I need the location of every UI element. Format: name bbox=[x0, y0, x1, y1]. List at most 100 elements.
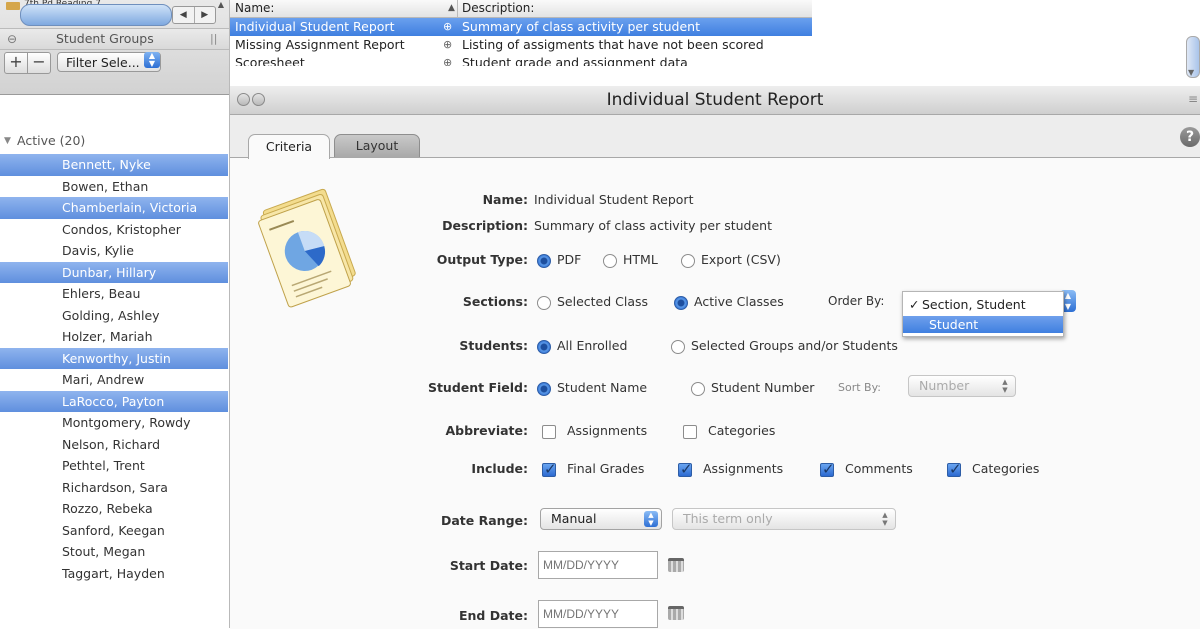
resize-grip-icon[interactable]: ≡ bbox=[1188, 92, 1198, 106]
tab-criteria[interactable]: Criteria bbox=[248, 134, 330, 159]
output-csv-label: Export (CSV) bbox=[701, 252, 781, 267]
output-pdf-radio[interactable] bbox=[537, 254, 551, 268]
report-row[interactable]: Individual Student Report ⊕ Summary of c… bbox=[230, 18, 812, 36]
active-students-header[interactable]: ▼ Active (20) bbox=[0, 132, 229, 150]
name-label: Name: bbox=[482, 192, 528, 207]
student-row[interactable]: Chamberlain, Victoria bbox=[0, 197, 228, 219]
sort-ascending-icon[interactable]: ▲ bbox=[448, 0, 455, 17]
splitter-grip-icon[interactable]: || bbox=[210, 29, 217, 49]
sections-active-classes-radio[interactable] bbox=[674, 296, 688, 310]
students-all-enrolled-label: All Enrolled bbox=[557, 338, 628, 353]
include-label: Include: bbox=[471, 461, 528, 476]
include-final-grades-label: Final Grades bbox=[567, 461, 645, 476]
student-row[interactable]: Kenworthy, Justin bbox=[0, 347, 228, 369]
description-label: Description: bbox=[442, 218, 528, 233]
student-field-name-radio[interactable] bbox=[537, 382, 551, 396]
output-type-label: Output Type: bbox=[436, 252, 528, 267]
calendar-icon[interactable] bbox=[668, 606, 684, 620]
report-window: Individual Student Report ≡ ? Criteria L… bbox=[230, 86, 1200, 629]
class-selector[interactable] bbox=[20, 4, 172, 26]
sections-selected-class-radio[interactable] bbox=[537, 296, 551, 310]
student-row[interactable]: Condos, Kristopher bbox=[0, 219, 228, 241]
student-row[interactable]: Golding, Ashley bbox=[0, 305, 228, 327]
student-row[interactable]: Montgomery, Rowdy bbox=[0, 412, 228, 434]
remove-group-button[interactable]: − bbox=[27, 52, 51, 74]
order-by-option-label: Section, Student bbox=[922, 297, 1026, 312]
student-row[interactable]: Ehlers, Beau bbox=[0, 283, 228, 305]
sections-active-classes-label: Active Classes bbox=[694, 294, 784, 309]
date-range-popup[interactable]: Manual ▲ ▼ bbox=[540, 508, 662, 530]
start-date-label: Start Date: bbox=[449, 558, 528, 573]
include-assignments-checkbox[interactable] bbox=[678, 460, 693, 478]
add-group-button[interactable]: + bbox=[4, 52, 28, 74]
filter-stepper-icon[interactable]: ▲ ▼ bbox=[144, 52, 160, 68]
student-row[interactable]: Nelson, Richard bbox=[0, 434, 228, 456]
help-button[interactable]: ? bbox=[1180, 127, 1200, 147]
order-by-option-section-student[interactable]: ✓ Section, Student bbox=[903, 295, 1063, 315]
include-final-grades-checkbox[interactable] bbox=[542, 460, 557, 478]
term-popup[interactable]: This term only ▲ ▼ bbox=[672, 508, 896, 530]
abbreviate-assignments-checkbox[interactable] bbox=[542, 425, 556, 439]
abbreviate-categories-checkbox[interactable] bbox=[683, 425, 697, 439]
scroll-up-arrow-icon[interactable]: ▲ bbox=[215, 0, 227, 16]
end-date-label: End Date: bbox=[458, 608, 528, 623]
collapse-icon[interactable]: ⊖ bbox=[7, 29, 17, 49]
calendar-icon[interactable] bbox=[668, 558, 684, 572]
sort-by-popup[interactable]: Number ▲ ▼ bbox=[908, 375, 1016, 397]
student-row[interactable]: Stout, Megan bbox=[0, 541, 228, 563]
window-titlebar[interactable]: Individual Student Report ≡ bbox=[230, 86, 1200, 115]
student-row[interactable]: Rozzo, Rebeka bbox=[0, 498, 228, 520]
group-toolbar: + − Filter Sele... ▲ ▼ bbox=[0, 50, 229, 76]
term-value: This term only bbox=[683, 511, 773, 526]
student-list: Bennett, Nyke Bowen, Ethan Chamberlain, … bbox=[0, 154, 228, 584]
report-list: Name: ▲ Description: Individual Student … bbox=[230, 0, 1200, 88]
student-field-number-radio[interactable] bbox=[691, 382, 705, 396]
student-row[interactable]: Taggart, Hayden bbox=[0, 563, 228, 585]
student-row[interactable]: Mari, Andrew bbox=[0, 369, 228, 391]
order-by-menu[interactable]: ✓ Section, Student Student bbox=[902, 291, 1064, 337]
include-categories-checkbox[interactable] bbox=[947, 460, 962, 478]
student-groups-label: Student Groups bbox=[56, 31, 154, 46]
student-row[interactable]: Bennett, Nyke bbox=[0, 154, 228, 176]
report-row[interactable]: Scoresheet ⊕ Student grade and assignmen… bbox=[230, 54, 812, 66]
order-by-option-student[interactable]: Student bbox=[903, 316, 1063, 333]
column-header-name[interactable]: Name: bbox=[235, 0, 274, 17]
report-row[interactable]: Missing Assignment Report ⊕ Listing of a… bbox=[230, 36, 812, 54]
column-header-description[interactable]: Description: bbox=[462, 0, 534, 17]
date-range-label: Date Range: bbox=[441, 513, 528, 528]
student-row[interactable]: Pethtel, Trent bbox=[0, 455, 228, 477]
disclosure-triangle-icon[interactable]: ▼ bbox=[4, 132, 11, 150]
stepper-arrows-icon: ▲ ▼ bbox=[644, 511, 658, 527]
previous-class-button[interactable]: ◀ bbox=[173, 7, 195, 23]
stepper-arrows-icon: ▲ ▼ bbox=[882, 511, 888, 527]
end-date-field[interactable] bbox=[538, 600, 658, 628]
output-csv-radio[interactable] bbox=[681, 254, 695, 268]
scroll-down-arrow-icon[interactable]: ▼ bbox=[1188, 68, 1194, 77]
next-class-button[interactable]: ▶ bbox=[195, 7, 216, 23]
include-comments-label: Comments bbox=[845, 461, 913, 476]
student-row[interactable]: Bowen, Ethan bbox=[0, 176, 228, 198]
class-nav-buttons[interactable]: ◀ ▶ bbox=[172, 6, 216, 24]
abbreviate-assignments-label: Assignments bbox=[567, 423, 648, 438]
student-row[interactable]: Dunbar, Hillary bbox=[0, 261, 228, 283]
tab-layout[interactable]: Layout bbox=[334, 134, 420, 158]
students-all-enrolled-radio[interactable] bbox=[537, 340, 551, 354]
student-row[interactable]: LaRocco, Payton bbox=[0, 390, 228, 412]
student-row[interactable]: Sanford, Keegan bbox=[0, 520, 228, 542]
student-groups-header[interactable]: ⊖ Student Groups || bbox=[0, 28, 229, 50]
order-by-option-label: Student bbox=[929, 317, 979, 332]
student-row[interactable]: Richardson, Sara bbox=[0, 477, 228, 499]
start-date-field[interactable] bbox=[538, 551, 658, 579]
report-type-icon: ⊕ bbox=[443, 20, 453, 33]
folder-icon bbox=[6, 2, 20, 10]
include-comments-checkbox[interactable] bbox=[820, 460, 835, 478]
column-divider bbox=[457, 0, 458, 17]
output-html-radio[interactable] bbox=[603, 254, 617, 268]
date-range-value: Manual bbox=[551, 511, 597, 526]
student-row[interactable]: Holzer, Mariah bbox=[0, 326, 228, 348]
sort-by-label: Sort By: bbox=[838, 381, 882, 394]
report-description: Student grade and assignment data bbox=[462, 55, 688, 66]
student-row[interactable]: Davis, Kylie bbox=[0, 240, 228, 262]
students-selected-groups-radio[interactable] bbox=[671, 340, 685, 354]
checkmark-icon: ✓ bbox=[909, 297, 920, 312]
